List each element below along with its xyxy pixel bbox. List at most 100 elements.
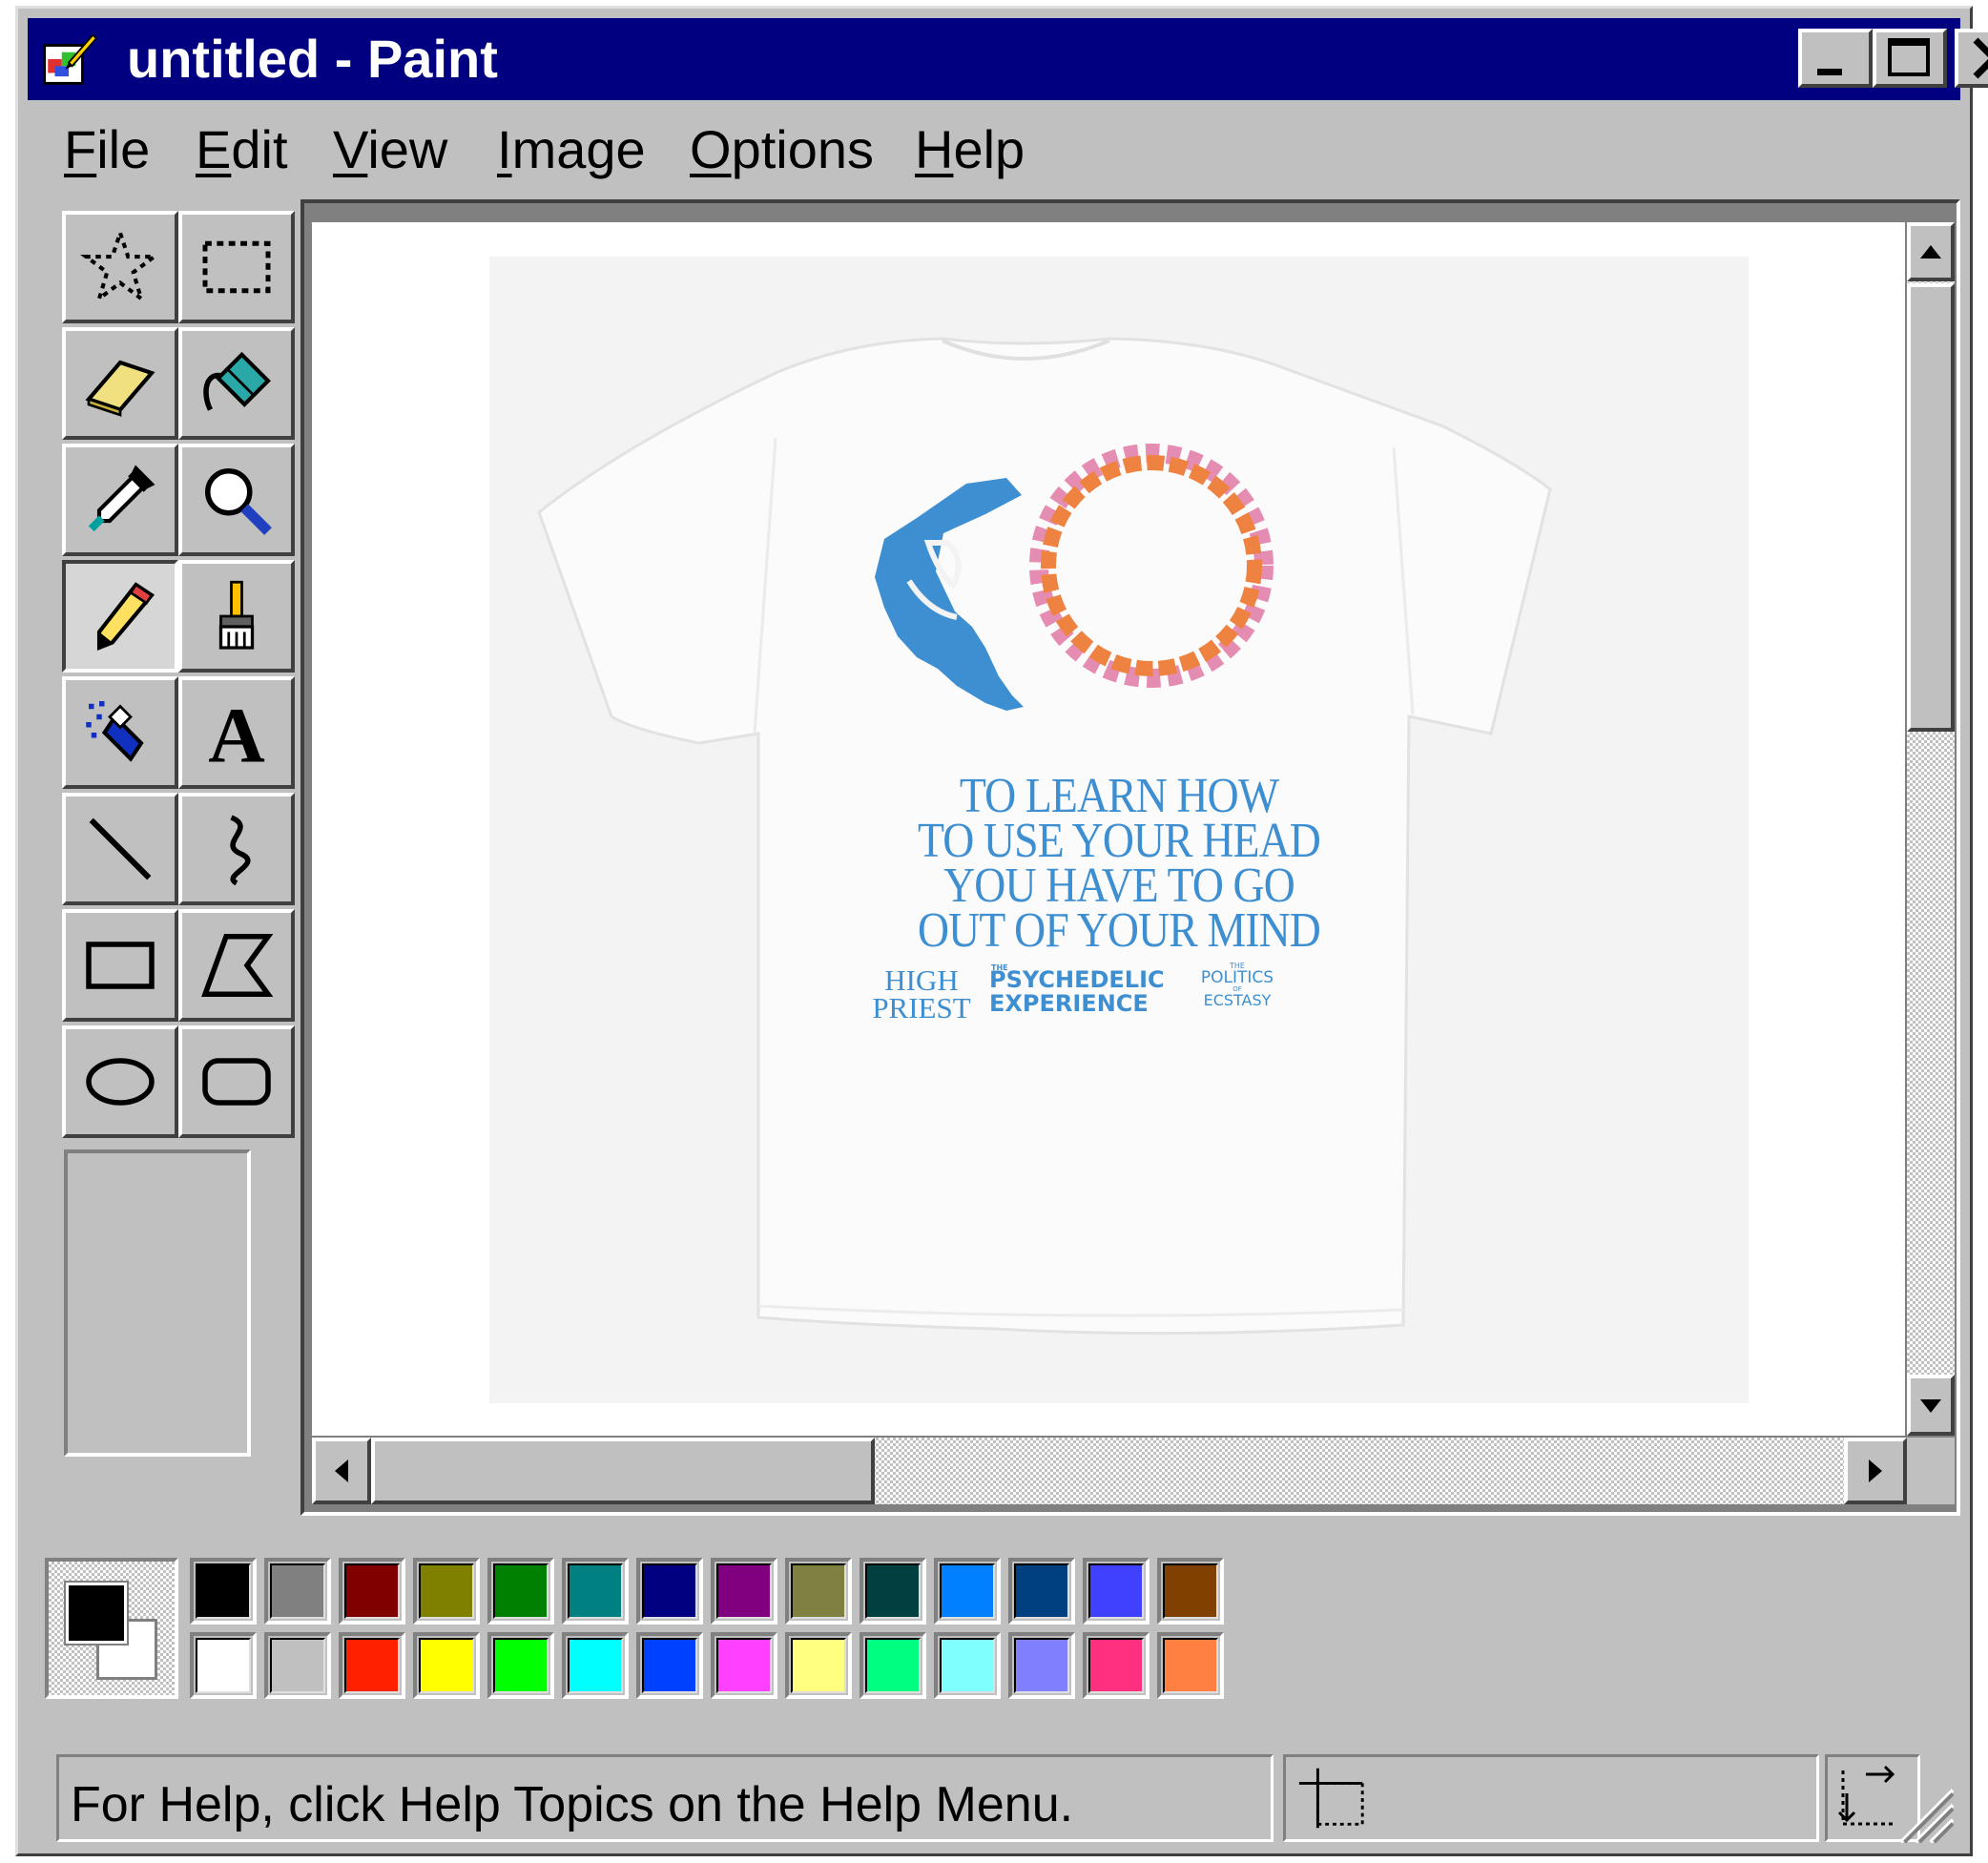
swatch-color [716,1563,772,1619]
scrollbar-corner [1907,1438,1955,1504]
book-psychedelic-experience: THE PSYCHEDELIC EXPERIENCE [989,963,1165,1017]
tool-pencil[interactable] [62,560,178,673]
palette-swatch[interactable] [785,1558,852,1625]
foreground-color[interactable] [64,1581,129,1646]
tool-free-form-select[interactable] [62,211,178,323]
palette-swatch[interactable] [1008,1558,1075,1625]
tool-airbrush[interactable] [62,676,178,789]
palette-swatch[interactable] [1083,1632,1149,1699]
tool-pick-color[interactable] [62,444,178,556]
minimize-icon [1817,69,1842,75]
palette-swatch[interactable] [487,1558,554,1625]
palette-swatch[interactable] [636,1632,703,1699]
palette-swatch[interactable] [859,1558,926,1625]
tool-ellipse[interactable] [62,1025,178,1138]
eraser-icon [85,360,155,417]
palette-swatch[interactable] [190,1558,257,1625]
palette-swatch[interactable] [339,1632,405,1699]
quote-line-2: TO USE YOUR HEAD [918,814,1321,868]
resize-grip-icon[interactable] [1890,1779,1957,1846]
tshirt-photo: TO LEARN HOW TO USE YOUR HEAD YOU HAVE T… [489,257,1749,1403]
menu-options[interactable]: Options [690,117,874,182]
menu-edit[interactable]: Edit [196,117,288,182]
close-button[interactable] [1955,29,1988,88]
title-bar[interactable]: untitled - Paint [28,18,1988,100]
palette-swatch[interactable] [1157,1632,1224,1699]
airbrush-icon [86,701,144,762]
arrow-left-icon [335,1459,348,1482]
maximize-button[interactable] [1873,29,1947,88]
menu-view[interactable]: View [333,117,447,182]
palette-swatch[interactable] [934,1558,1001,1625]
line-icon [89,818,152,880]
swatch-color [568,1563,623,1619]
tool-fill-with-color[interactable] [178,327,295,440]
swatch-color [493,1563,549,1619]
tool-eraser[interactable] [62,327,178,440]
swatch-color [196,1638,251,1693]
palette-swatch[interactable] [413,1558,480,1625]
palette-swatch[interactable] [1083,1558,1149,1625]
tool-magnifier[interactable] [178,444,295,556]
palette-swatch[interactable] [562,1558,629,1625]
swatch-color [196,1563,251,1619]
svg-text:A: A [208,691,265,775]
color-indicator[interactable] [45,1558,178,1699]
close-icon [1973,37,1988,79]
paint-app-icon [43,33,96,85]
palette-swatch[interactable] [264,1558,331,1625]
swatch-color [270,1563,325,1619]
arrow-down-icon [1920,1399,1941,1413]
tool-brush[interactable] [178,560,295,673]
drawing-canvas[interactable]: TO LEARN HOW TO USE YOUR HEAD YOU HAVE T… [312,222,1905,1436]
maximize-icon [1888,38,1930,76]
palette-swatch[interactable] [711,1558,777,1625]
palette-swatch[interactable] [1008,1632,1075,1699]
tool-text[interactable]: A [178,676,295,789]
text-icon: A [208,691,265,775]
palette-swatch[interactable] [487,1632,554,1699]
vertical-scroll-thumb[interactable] [1907,283,1955,732]
rounded-rectangle-icon [202,1058,271,1106]
swatch-color [419,1638,474,1693]
swatch-color [1163,1563,1218,1619]
palette-swatch[interactable] [636,1558,703,1625]
tool-line[interactable] [62,793,178,905]
menu-file[interactable]: File [64,117,150,182]
tool-curve[interactable] [178,793,295,905]
book-politics-of-ecstasy: THE POLITICS OF ECSTASY [1200,962,1274,1009]
scroll-down-button[interactable] [1907,1375,1955,1436]
palette-swatch[interactable] [339,1558,405,1625]
scroll-up-button[interactable] [1907,222,1955,281]
scroll-left-button[interactable] [312,1438,371,1504]
tool-options-box[interactable] [64,1149,251,1457]
tool-rounded-rectangle[interactable] [178,1025,295,1138]
scroll-right-button[interactable] [1844,1438,1907,1504]
palette-swatch[interactable] [413,1632,480,1699]
menu-bar: File Edit View Image Options Help [28,104,1960,196]
vertical-scrollbar[interactable] [1907,222,1955,1436]
palette-swatch[interactable] [711,1632,777,1699]
pick-color-icon [88,465,155,532]
palette-swatch[interactable] [859,1632,926,1699]
tool-rectangle-select[interactable] [178,211,295,323]
magnifier-icon [205,468,272,535]
menu-image[interactable]: Image [497,117,646,182]
horizontal-scrollbar[interactable] [312,1438,1907,1504]
tool-polygon[interactable] [178,909,295,1022]
palette-swatch[interactable] [264,1632,331,1699]
horizontal-scroll-thumb[interactable] [371,1438,875,1504]
minimize-button[interactable] [1798,29,1873,88]
palette-swatch[interactable] [190,1632,257,1699]
swatch-color [1014,1638,1069,1693]
rectangle-select-icon [202,240,271,294]
palette-swatch[interactable] [934,1632,1001,1699]
palette-swatch[interactable] [562,1632,629,1699]
swatch-color [642,1563,697,1619]
palette-swatch[interactable] [1157,1558,1224,1625]
swatch-color [1088,1563,1144,1619]
menu-help[interactable]: Help [915,117,1025,182]
swatch-color [568,1638,623,1693]
palette-swatch[interactable] [785,1632,852,1699]
tool-rectangle[interactable] [62,909,178,1022]
